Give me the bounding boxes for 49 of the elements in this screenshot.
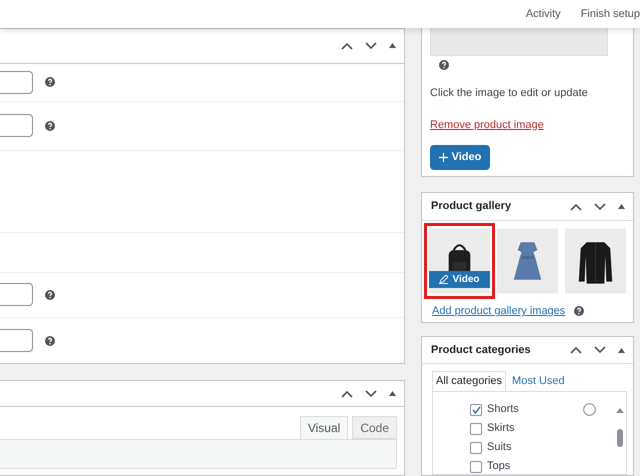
editor-tab[interactable]: Code (352, 416, 397, 439)
text-field[interactable] (0, 70, 33, 94)
text-field[interactable] (0, 114, 33, 138)
move-up-icon[interactable] (341, 42, 353, 50)
category-label: Suits (487, 440, 512, 456)
category-tab[interactable]: Most Used (506, 371, 571, 391)
collapse-icon[interactable] (389, 391, 396, 396)
move-down-icon[interactable] (365, 390, 377, 398)
hint-text: Click the image to edit or update (430, 86, 589, 101)
move-down-icon[interactable] (594, 202, 606, 211)
scrollbar-thumb[interactable] (617, 429, 623, 447)
plus-icon (438, 153, 448, 162)
collapse-icon[interactable] (618, 204, 625, 210)
move-up-icon[interactable] (570, 346, 582, 354)
checkbox[interactable] (470, 460, 482, 472)
move-down-icon[interactable] (365, 42, 377, 50)
move-up-icon[interactable] (341, 390, 353, 398)
add-gallery-link[interactable]: Add product gallery images (432, 303, 566, 320)
pencil-icon (439, 275, 448, 284)
text-field[interactable] (0, 283, 33, 306)
help-icon (439, 60, 449, 70)
collapse-icon[interactable] (389, 43, 396, 48)
text-field[interactable] (0, 329, 33, 352)
scroll-up-icon[interactable] (616, 408, 624, 413)
category-label: Tops (487, 459, 510, 474)
video-button[interactable]: Video (430, 145, 490, 170)
remove-image-link[interactable]: Remove product image (430, 116, 544, 133)
category-label: Skirts (487, 421, 514, 436)
move-up-icon[interactable] (570, 202, 582, 211)
help-icon (45, 290, 55, 300)
help-icon (45, 120, 55, 131)
category-tab[interactable]: All categories (432, 371, 506, 391)
help-icon (574, 306, 584, 316)
top-bar-link[interactable]: Finish setup (580, 6, 640, 22)
editor-tab[interactable]: Visual (300, 416, 348, 439)
radio-icon[interactable] (583, 403, 596, 416)
top-bar-link[interactable]: Activity (526, 6, 561, 22)
gallery-thumbnail[interactable]: Video (424, 223, 495, 300)
video-button[interactable]: Video (429, 271, 490, 288)
category-label: Shorts (487, 402, 519, 418)
move-down-icon[interactable] (594, 346, 606, 354)
panel-title: Product categories (431, 342, 531, 358)
panel-title: Product gallery (431, 199, 512, 214)
collapse-icon[interactable] (618, 348, 625, 352)
checkbox[interactable] (470, 422, 482, 434)
help-icon (45, 336, 55, 346)
checkbox[interactable] (470, 442, 482, 454)
help-icon (45, 77, 55, 88)
checkbox[interactable] (470, 404, 482, 416)
